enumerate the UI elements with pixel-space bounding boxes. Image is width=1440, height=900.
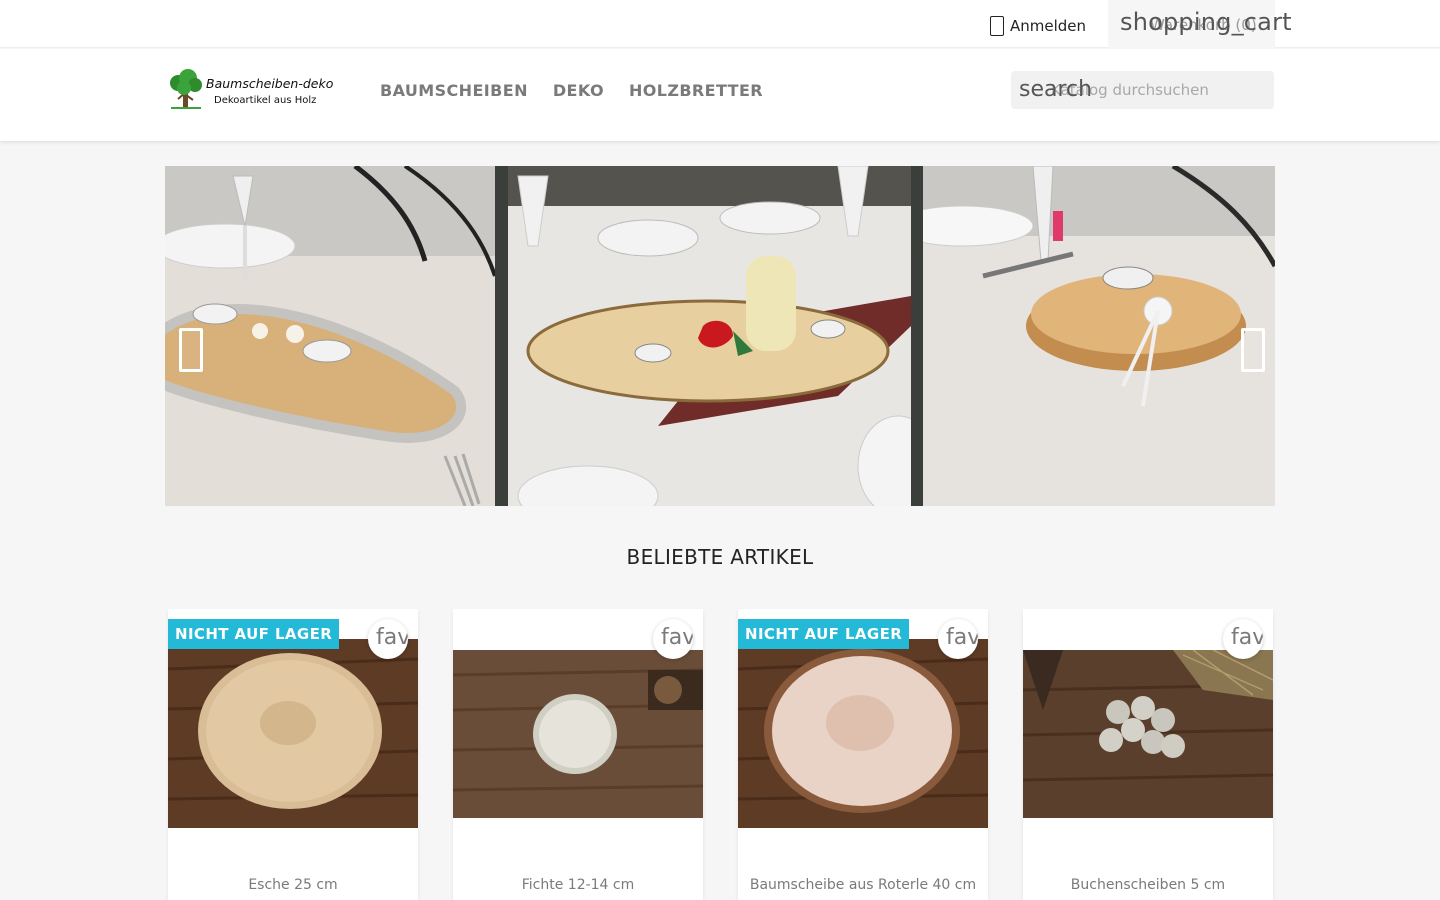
favorite-button[interactable]: favorite_border — [1223, 619, 1263, 659]
carousel-image-bow-tray — [923, 166, 1275, 506]
product-name[interactable]: Buchenscheiben 5 cm — [1023, 877, 1273, 893]
favorite-button[interactable]: favorite_border — [653, 619, 693, 659]
out-of-stock-badge: NICHT AUF LAGER — [168, 619, 340, 649]
user-icon — [990, 16, 1004, 36]
product-photo-buchenscheiben — [1023, 650, 1273, 818]
product-image[interactable] — [738, 639, 988, 828]
carousel-image-birch-tray — [165, 166, 495, 506]
carousel-prev-arrow[interactable] — [179, 328, 203, 372]
signin-link[interactable]: Anmelden — [990, 10, 1086, 42]
product-photo-fichte — [453, 650, 703, 818]
tree-logo-icon — [170, 69, 202, 109]
nav-item-baumscheiben[interactable]: BAUMSCHEIBEN — [380, 81, 528, 100]
nav-item-deko[interactable]: DEKO — [553, 81, 604, 100]
favorite-button[interactable]: favorite_border — [368, 619, 408, 659]
carousel-divider — [495, 166, 508, 506]
site-logo[interactable]: Baumscheiben-deko Dekoartikel aus Holz — [168, 69, 338, 109]
main-nav: BAUMSCHEIBEN DEKO HOLZBRETTER — [380, 81, 788, 100]
product-name[interactable]: Baumscheibe aus Roterle 40 cm — [738, 877, 988, 893]
top-bar: Anmelden Warenkorb (0) shopping_cart — [0, 0, 1440, 48]
favorite-icon: favorite_border — [376, 625, 408, 650]
product-card[interactable]: NICHT AUF LAGER favorite_border Esche 25… — [168, 609, 418, 900]
product-card[interactable]: favorite_border Fichte 12-14 cm — [453, 609, 703, 900]
product-name[interactable]: Fichte 12-14 cm — [453, 877, 703, 893]
product-card[interactable]: favorite_border Buchenscheiben 5 cm — [1023, 609, 1273, 900]
carousel-next-arrow[interactable] — [1241, 328, 1265, 372]
product-photo-roterle — [738, 639, 988, 828]
carousel-image-candle-tray — [508, 166, 911, 506]
out-of-stock-badge: NICHT AUF LAGER — [738, 619, 910, 649]
product-image[interactable] — [168, 639, 418, 828]
cart-button[interactable]: Warenkorb (0) shopping_cart — [1108, 0, 1292, 48]
favorite-button[interactable]: favorite_border — [938, 619, 978, 659]
favorite-icon: favorite_border — [1231, 625, 1263, 650]
logo-subtitle: Dekoartikel aus Holz — [214, 95, 317, 106]
carousel-slide-1 — [165, 166, 495, 506]
carousel-slide-3 — [923, 166, 1275, 506]
carousel-divider — [911, 166, 923, 506]
shopping-cart-icon: shopping_cart — [1120, 8, 1292, 36]
signin-label: Anmelden — [1010, 17, 1087, 35]
search-icon[interactable]: search — [1019, 77, 1092, 102]
product-photo-esche — [168, 639, 418, 828]
product-image[interactable] — [453, 650, 703, 818]
nav-item-holzbretter[interactable]: HOLZBRETTER — [629, 81, 763, 100]
hero-carousel[interactable] — [165, 166, 1275, 506]
product-card[interactable]: NICHT AUF LAGER favorite_border Baumsche… — [738, 609, 988, 900]
section-title: BELIEBTE ARTIKEL — [626, 545, 814, 569]
favorite-icon: favorite_border — [946, 625, 978, 650]
header: Baumscheiben-deko Dekoartikel aus Holz B… — [0, 49, 1440, 141]
carousel-slide-2 — [508, 166, 911, 506]
product-image[interactable] — [1023, 650, 1273, 818]
search-box: search — [1011, 71, 1274, 109]
product-name[interactable]: Esche 25 cm — [168, 877, 418, 893]
favorite-icon: favorite_border — [661, 625, 693, 650]
logo-title: Baumscheiben-deko — [206, 76, 334, 91]
